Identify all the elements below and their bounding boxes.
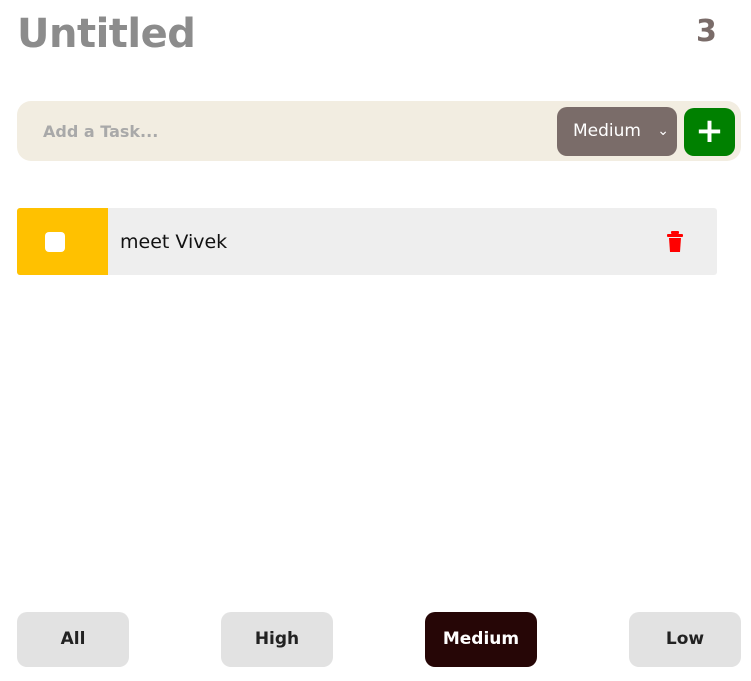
page-title: Untitled [17,11,196,57]
add-task-button[interactable]: + [684,108,735,156]
filter-all-button[interactable]: All [17,612,129,667]
task-count: 3 [696,14,717,49]
task-priority-marker [17,208,108,275]
task-text: meet Vivek [120,231,228,253]
filter-high-button[interactable]: High [221,612,333,667]
priority-select[interactable]: Medium ⌄ [557,107,677,156]
trash-icon[interactable] [665,231,685,253]
filter-low-button[interactable]: Low [629,612,741,667]
chevron-down-icon: ⌄ [657,123,669,139]
filter-medium-button[interactable]: Medium [425,612,537,667]
add-task-bar: Medium ⌄ + [17,101,741,161]
task-item: meet Vivek [17,208,717,275]
priority-select-value: Medium [573,121,641,141]
task-checkbox[interactable] [45,232,65,252]
task-input[interactable] [41,115,545,147]
